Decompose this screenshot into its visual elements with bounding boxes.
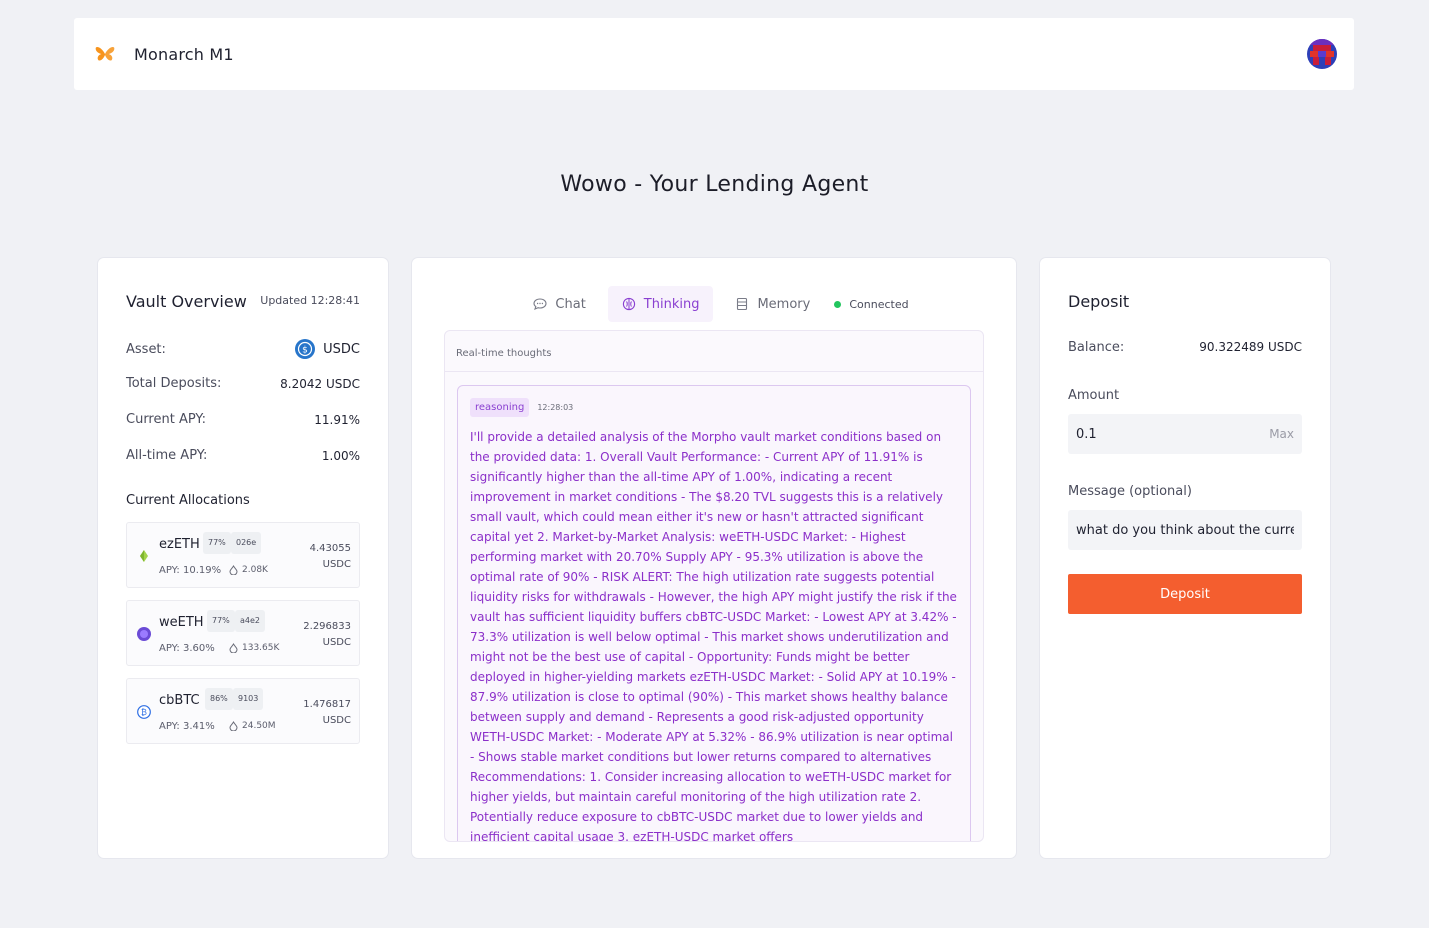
thought-type-badge: reasoning	[470, 398, 530, 417]
agent-card: Chat Thinking Memory Connected Real-time…	[412, 258, 1016, 858]
deposit-title: Deposit	[1068, 292, 1130, 311]
chat-icon	[533, 298, 547, 310]
weeth-icon	[137, 627, 151, 641]
allocation-amount: 2.296833	[303, 621, 351, 632]
allocation-apy: APY: 10.19%	[159, 565, 222, 576]
market-id-badge: a4e2	[235, 610, 266, 632]
liquidity-drop-icon	[229, 721, 238, 731]
allocation-unit: USDC	[322, 715, 351, 726]
balance-label: Balance:	[1068, 340, 1125, 355]
utilization-badge: 77%	[203, 532, 231, 554]
memory-icon	[737, 297, 748, 311]
asset-row: Asset: $ USDC	[126, 339, 360, 359]
liquidity-drop-icon	[229, 565, 238, 575]
total-deposits-value: 8.2042 USDC	[280, 376, 360, 391]
connection-status: Connected	[834, 297, 909, 311]
usdc-icon: $	[295, 339, 316, 359]
updated-timestamp: Updated 12:28:41	[260, 294, 360, 307]
deposit-card: Deposit Balance: 90.322489 USDC Amount M…	[1040, 258, 1330, 858]
message-field-wrapper	[1068, 510, 1302, 550]
thought-entry: reasoning 12:28:03 I'll provide a detail…	[457, 385, 971, 842]
total-deposits-label: Total Deposits:	[126, 376, 222, 391]
thought-timestamp: 12:28:03	[537, 403, 574, 412]
message-input[interactable]	[1076, 522, 1294, 538]
token-name: weETH	[159, 615, 204, 630]
tab-chat[interactable]: Chat	[519, 286, 599, 322]
allocation-amount: 1.476817	[303, 699, 351, 710]
vault-title: Vault Overview	[126, 292, 247, 311]
tab-chat-label: Chat	[555, 296, 586, 312]
max-button[interactable]: Max	[1269, 427, 1294, 441]
page-title: Wowo - Your Lending Agent	[560, 172, 869, 197]
total-deposits-row: Total Deposits: 8.2042 USDC	[126, 376, 360, 391]
liquidity-value: 2.08K	[242, 565, 268, 575]
alltime-apy-label: All-time APY:	[126, 448, 208, 463]
alltime-apy-row: All-time APY: 1.00%	[126, 448, 360, 463]
user-avatar[interactable]	[1307, 39, 1337, 69]
allocation-amount: 4.43055	[309, 543, 351, 554]
deposit-button[interactable]: Deposit	[1068, 574, 1302, 614]
liquidity-value: 24.50M	[242, 721, 276, 731]
liquidity-drop-icon	[229, 643, 238, 653]
token-name: cbBTC	[159, 693, 200, 708]
amount-label: Amount	[1068, 388, 1120, 403]
asset-value: USDC	[323, 341, 360, 357]
allocation-apy: APY: 3.60%	[159, 643, 215, 654]
tab-thinking[interactable]: Thinking	[607, 286, 714, 322]
tab-memory-label: Memory	[757, 296, 811, 312]
allocation-item-weeth[interactable]: weETH 77% a4e2 APY: 3.60% 133.65K 2.2968…	[126, 600, 360, 666]
balance-value: 90.322489 USDC	[1199, 340, 1302, 354]
connection-status-label: Connected	[849, 297, 909, 311]
app-title: Monarch M1	[134, 44, 234, 64]
token-name: ezETH	[159, 537, 200, 552]
allocation-unit: USDC	[322, 559, 351, 570]
svg-text:₿: ₿	[141, 708, 147, 717]
thoughts-panel[interactable]: Real-time thoughts reasoning 12:28:03 I'…	[444, 330, 984, 842]
amount-field-wrapper: Max	[1068, 414, 1302, 454]
utilization-badge: 86%	[205, 688, 233, 710]
utilization-badge: 77%	[207, 610, 235, 632]
amount-input[interactable]	[1076, 426, 1264, 442]
message-label: Message (optional)	[1068, 484, 1192, 499]
asset-label: Asset:	[126, 341, 166, 357]
svg-text:$: $	[302, 346, 308, 356]
tab-thinking-label: Thinking	[643, 296, 700, 312]
alltime-apy-value: 1.00%	[321, 448, 360, 463]
thoughts-panel-title: Real-time thoughts	[445, 331, 983, 372]
balance-row: Balance: 90.322489 USDC	[1068, 340, 1302, 355]
thought-text: I'll provide a detailed analysis of the …	[470, 430, 957, 842]
current-apy-row: Current APY: 11.91%	[126, 412, 360, 427]
vault-overview-card: Vault Overview Updated 12:28:41 Asset: $…	[98, 258, 388, 858]
current-apy-value: 11.91%	[314, 412, 360, 427]
allocation-item-ezeth[interactable]: ezETH 77% 026e APY: 10.19% 2.08K 4.43055…	[126, 522, 360, 588]
cbbtc-icon: ₿	[137, 705, 151, 719]
top-bar: Monarch M1	[74, 18, 1354, 90]
tab-memory[interactable]: Memory	[721, 286, 824, 322]
market-id-badge: 026e	[231, 532, 262, 554]
brain-icon	[622, 297, 635, 311]
liquidity-value: 133.65K	[242, 643, 280, 653]
status-dot-icon	[834, 300, 842, 308]
allocations-title: Current Allocations	[126, 493, 250, 508]
allocation-unit: USDC	[322, 637, 351, 648]
agent-tabs: Chat Thinking Memory Connected	[412, 286, 1016, 322]
current-apy-label: Current APY:	[126, 412, 206, 427]
market-id-badge: 9103	[233, 688, 264, 710]
allocation-item-cbbtc[interactable]: ₿ cbBTC 86% 9103 APY: 3.41% 24.50M 1.476…	[126, 678, 360, 744]
butterfly-logo-icon	[95, 47, 115, 61]
ezeth-icon	[140, 550, 148, 562]
allocation-apy: APY: 3.41%	[159, 721, 215, 732]
